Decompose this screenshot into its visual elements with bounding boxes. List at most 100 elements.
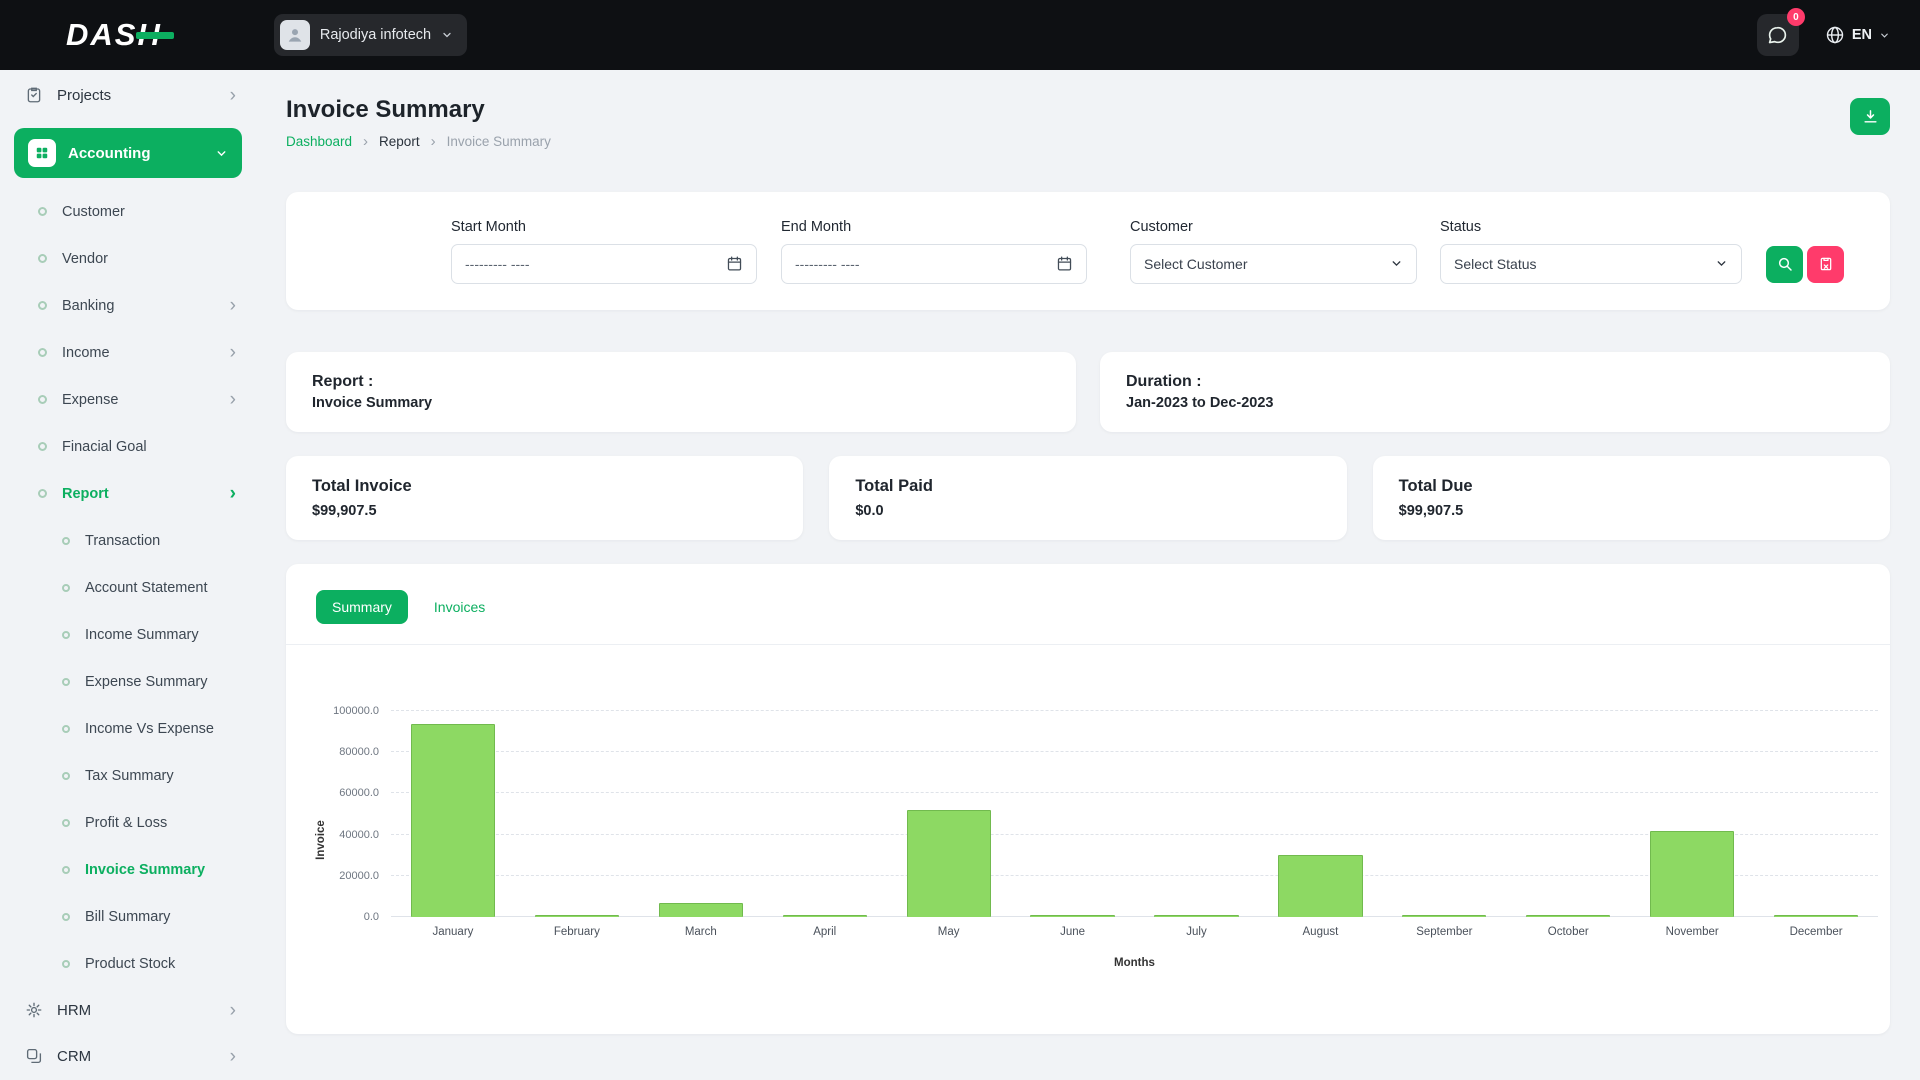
bar-march[interactable] bbox=[659, 903, 743, 917]
sidebar-item-accounting[interactable]: Accounting bbox=[14, 128, 242, 178]
sidebar-item-income-summary[interactable]: Income Summary bbox=[0, 611, 256, 658]
bar-february[interactable] bbox=[535, 915, 619, 918]
total-paid-card: Total Paid $0.0 bbox=[829, 456, 1346, 540]
header-actions: 0 EN bbox=[1757, 14, 1890, 56]
sidebar-item-finacial-goal[interactable]: Finacial Goal bbox=[0, 423, 256, 470]
stat-label: Total Due bbox=[1399, 477, 1864, 496]
sidebar-item-label: Banking bbox=[62, 298, 114, 314]
bars-layer: JanuaryFebruaryMarchAprilMayJuneJulyAugu… bbox=[391, 711, 1878, 917]
language-selector[interactable]: EN bbox=[1825, 25, 1890, 45]
sidebar-item-crm[interactable]: CRM › bbox=[0, 1033, 256, 1079]
app-logo[interactable]: DASH bbox=[66, 17, 174, 53]
projects-icon bbox=[25, 86, 43, 104]
download-button[interactable] bbox=[1850, 98, 1890, 135]
y-tick-label: 20000.0 bbox=[339, 870, 379, 882]
bar-slot: March bbox=[639, 711, 763, 917]
y-tick-label: 40000.0 bbox=[339, 829, 379, 841]
company-selector[interactable]: Rajodiya infotech bbox=[274, 14, 467, 56]
sidebar-item-expense[interactable]: Expense› bbox=[0, 376, 256, 423]
sidebar-item-label: Expense Summary bbox=[85, 674, 208, 690]
customer-select[interactable]: Select Customer bbox=[1130, 244, 1417, 284]
tab-summary[interactable]: Summary bbox=[316, 590, 408, 624]
sidebar-item-bill-summary[interactable]: Bill Summary bbox=[0, 893, 256, 940]
reset-filter-button[interactable] bbox=[1807, 246, 1844, 283]
breadcrumb-report[interactable]: Report bbox=[379, 134, 420, 149]
sidebar-item-transaction[interactable]: Transaction bbox=[0, 517, 256, 564]
start-month-input[interactable]: --------- ---- bbox=[451, 244, 757, 284]
customer-field-group: Customer Select Customer bbox=[1130, 219, 1417, 284]
bar-november[interactable] bbox=[1650, 831, 1734, 918]
company-avatar bbox=[280, 20, 310, 50]
x-tick-label: August bbox=[1303, 926, 1339, 938]
sidebar-item-label: Account Statement bbox=[85, 580, 208, 596]
sidebar-item-report[interactable]: Report › bbox=[0, 470, 256, 517]
sidebar-item-hrm[interactable]: HRM › bbox=[0, 987, 256, 1033]
sidebar-item-label: Vendor bbox=[62, 251, 108, 267]
sidebar-item-account-statement[interactable]: Account Statement bbox=[0, 564, 256, 611]
sidebar-item-invoice-summary[interactable]: Invoice Summary bbox=[0, 846, 256, 893]
sidebar-item-label: HRM bbox=[57, 1002, 91, 1019]
stat-value: $0.0 bbox=[855, 503, 1320, 519]
bar-slot: October bbox=[1506, 711, 1630, 917]
bar-may[interactable] bbox=[907, 810, 991, 917]
end-month-field-group: End Month --------- ---- bbox=[781, 219, 1087, 284]
sidebar-item-label: Report bbox=[62, 486, 109, 502]
bar-slot: April bbox=[763, 711, 887, 917]
bullet-icon bbox=[62, 772, 70, 780]
apply-filter-button[interactable] bbox=[1766, 246, 1803, 283]
bar-september[interactable] bbox=[1402, 915, 1486, 917]
sidebar-item-tax-summary[interactable]: Tax Summary bbox=[0, 752, 256, 799]
bar-slot: November bbox=[1630, 711, 1754, 917]
end-month-input[interactable]: --------- ---- bbox=[781, 244, 1087, 284]
stat-value: $99,907.5 bbox=[1399, 503, 1864, 519]
bar-january[interactable] bbox=[411, 724, 495, 917]
sidebar-item-expense-summary[interactable]: Expense Summary bbox=[0, 658, 256, 705]
chevron-right-icon: › bbox=[363, 133, 368, 150]
bar-october[interactable] bbox=[1526, 915, 1610, 917]
tab-invoices[interactable]: Invoices bbox=[418, 590, 501, 624]
chevron-right-icon: › bbox=[230, 484, 236, 503]
top-header: DASH Rajodiya infotech 0 EN bbox=[0, 0, 1920, 70]
sidebar-item-projects[interactable]: Projects › bbox=[0, 72, 256, 118]
page-header: Invoice Summary Dashboard › Report › Inv… bbox=[286, 96, 1890, 150]
sidebar-item-label: Income Vs Expense bbox=[85, 721, 214, 737]
bar-august[interactable] bbox=[1278, 855, 1362, 917]
sidebar-item-vendor[interactable]: Vendor bbox=[0, 235, 256, 282]
breadcrumb-dashboard[interactable]: Dashboard bbox=[286, 134, 352, 149]
chevron-right-icon: › bbox=[230, 296, 236, 315]
page-title: Invoice Summary bbox=[286, 96, 551, 124]
breadcrumb: Dashboard › Report › Invoice Summary bbox=[286, 133, 551, 150]
sidebar-item-profit-loss[interactable]: Profit & Loss bbox=[0, 799, 256, 846]
bar-december[interactable] bbox=[1774, 915, 1858, 917]
bar-slot: January bbox=[391, 711, 515, 917]
messages-button[interactable]: 0 bbox=[1757, 14, 1799, 56]
bullet-icon bbox=[62, 819, 70, 827]
status-select[interactable]: Select Status bbox=[1440, 244, 1742, 284]
bar-slot: December bbox=[1754, 711, 1878, 917]
bullet-icon bbox=[62, 960, 70, 968]
bullet-icon bbox=[62, 725, 70, 733]
sidebar-item-label: Product Stock bbox=[85, 956, 175, 972]
bullet-icon bbox=[38, 207, 47, 216]
crm-icon bbox=[25, 1047, 43, 1065]
sidebar-item-income-vs-expense[interactable]: Income Vs Expense bbox=[0, 705, 256, 752]
total-due-card: Total Due $99,907.5 bbox=[1373, 456, 1890, 540]
bar-june[interactable] bbox=[1030, 915, 1114, 917]
bar-slot: August bbox=[1258, 711, 1382, 917]
sidebar-item-banking[interactable]: Banking › bbox=[0, 282, 256, 329]
sidebar-item-income[interactable]: Income› bbox=[0, 329, 256, 376]
chevron-down-icon bbox=[1879, 30, 1890, 41]
bar-april[interactable] bbox=[783, 915, 867, 917]
calendar-icon[interactable] bbox=[1056, 255, 1073, 272]
sidebar-item-label: Accounting bbox=[68, 145, 151, 162]
calendar-icon[interactable] bbox=[726, 255, 743, 272]
x-tick-label: May bbox=[938, 926, 960, 938]
bar-july[interactable] bbox=[1154, 915, 1238, 917]
sidebar-item-customer[interactable]: Customer bbox=[0, 188, 256, 235]
y-tick-label: 60000.0 bbox=[339, 787, 379, 799]
sidebar-item-product-stock[interactable]: Product Stock bbox=[0, 940, 256, 987]
bullet-icon bbox=[62, 631, 70, 639]
status-field-group: Status Select Status bbox=[1440, 219, 1742, 284]
main-content: Invoice Summary Dashboard › Report › Inv… bbox=[256, 70, 1920, 1080]
bullet-icon bbox=[62, 584, 70, 592]
